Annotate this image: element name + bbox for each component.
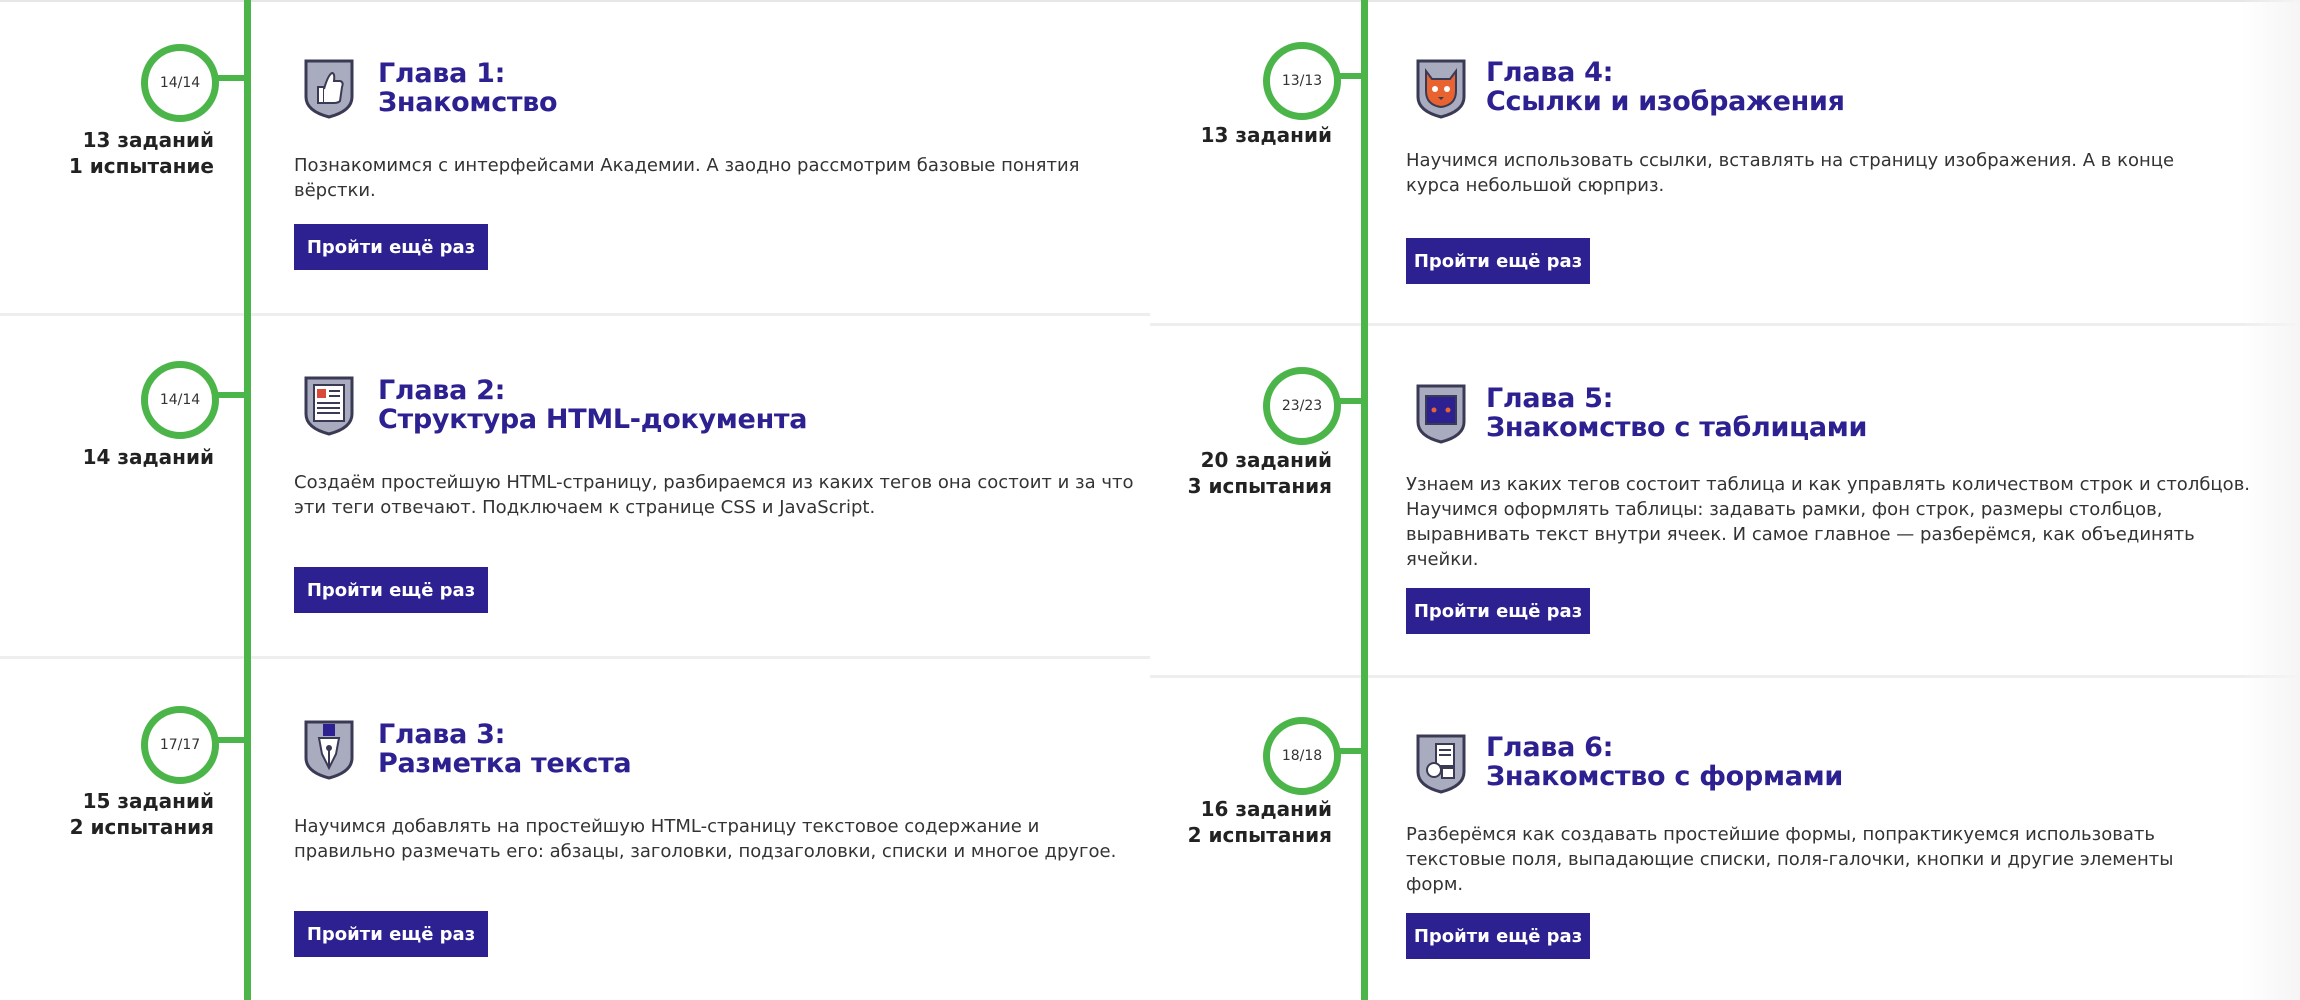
chapter-stats: 13 заданий 1 испытание xyxy=(14,127,214,179)
tasks-count: 16 заданий xyxy=(1200,797,1332,821)
retake-chapter-button[interactable]: Пройти ещё раз xyxy=(1406,238,1590,284)
retake-chapter-button[interactable]: Пройти ещё раз xyxy=(1406,913,1590,959)
table-shield-icon xyxy=(1414,382,1468,444)
trials-count: 1 испытание xyxy=(68,154,214,178)
chapter-stats: 14 заданий xyxy=(14,444,214,470)
retake-chapter-button[interactable]: Пройти ещё раз xyxy=(294,224,488,270)
chapters-column-right: 13/13 13 заданий Глава 4: Ссылки и изобр… xyxy=(1150,0,2300,1000)
chapter-stats: 20 заданий 3 испытания xyxy=(1132,447,1332,499)
chapter-description: Научимся использовать ссылки, вставлять … xyxy=(1406,150,2175,196)
chapter-title: Глава 3: Разметка текста xyxy=(378,719,632,779)
tasks-count: 20 заданий xyxy=(1200,448,1332,472)
chapter-name: Знакомство с формами xyxy=(1486,761,1844,792)
trials-count: 2 испытания xyxy=(69,815,214,839)
progress-badge: 14/14 xyxy=(141,361,219,439)
chapter-description: Создаём простейшую HTML-страницу, разбир… xyxy=(294,472,1134,518)
chapter-title: Глава 1: Знакомство xyxy=(378,58,558,118)
tasks-count: 14 заданий xyxy=(82,445,214,469)
retake-chapter-button[interactable]: Пройти ещё раз xyxy=(294,567,488,613)
chapter-title: Глава 4: Ссылки и изображения xyxy=(1486,58,1845,116)
chapter-name: Разметка текста xyxy=(378,748,632,779)
retake-chapter-button[interactable]: Пройти ещё раз xyxy=(294,911,488,957)
chapters-column-left: 14/14 13 заданий 1 испытание Глава 1: Зн… xyxy=(0,0,1150,1000)
progress-badge: 18/18 xyxy=(1263,717,1341,795)
chapter-stats: 16 заданий 2 испытания xyxy=(1132,796,1332,848)
trials-count: 2 испытания xyxy=(1187,823,1332,847)
chapter-name: Структура HTML-документа xyxy=(378,404,808,435)
cat-shield-icon xyxy=(1414,57,1468,119)
chapter-title: Глава 5: Знакомство с таблицами xyxy=(1486,384,1867,442)
progress-badge: 13/13 xyxy=(1263,42,1341,120)
tasks-count: 13 заданий xyxy=(82,128,214,152)
chapter-number: Глава 1: xyxy=(378,58,506,89)
pen-nib-shield-icon xyxy=(302,718,356,780)
progress-badge: 14/14 xyxy=(141,44,219,122)
trials-count: 3 испытания xyxy=(1187,474,1332,498)
chapter-number: Глава 5: xyxy=(1486,383,1614,414)
chapter-description: Узнаем из каких тегов состоит таблица и … xyxy=(1406,474,2251,570)
tasks-count: 15 заданий xyxy=(82,789,214,813)
progress-rail-right xyxy=(1361,0,1368,1000)
chapter-description: Разберёмся как создавать простейшие форм… xyxy=(1406,824,2174,895)
form-shield-icon xyxy=(1414,732,1468,794)
chapter-number: Глава 2: xyxy=(378,375,506,406)
thumbs-up-shield-icon xyxy=(302,57,356,119)
chapter-title: Глава 2: Структура HTML-документа xyxy=(378,375,808,435)
chapter-stats: 13 заданий xyxy=(1132,122,1332,148)
chapter-stats: 15 заданий 2 испытания xyxy=(14,788,214,840)
chapter-name: Ссылки и изображения xyxy=(1486,86,1845,117)
chapter-name: Знакомство с таблицами xyxy=(1486,412,1868,443)
chapter-number: Глава 6: xyxy=(1486,732,1614,763)
chapter-number: Глава 4: xyxy=(1486,57,1614,88)
retake-chapter-button[interactable]: Пройти ещё раз xyxy=(1406,588,1590,634)
chapter-name: Знакомство xyxy=(378,87,558,118)
chapter-title: Глава 6: Знакомство с формами xyxy=(1486,733,1843,791)
chapter-number: Глава 3: xyxy=(378,719,506,750)
progress-badge: 17/17 xyxy=(141,706,219,784)
chapter-description: Научимся добавлять на простейшую HTML-ст… xyxy=(294,816,1117,862)
document-shield-icon xyxy=(302,374,356,436)
progress-rail-left xyxy=(244,0,251,1000)
progress-badge: 23/23 xyxy=(1263,367,1341,445)
tasks-count: 13 заданий xyxy=(1200,123,1332,147)
chapter-description: Познакомимся с интерфейсами Академии. А … xyxy=(294,155,1080,201)
